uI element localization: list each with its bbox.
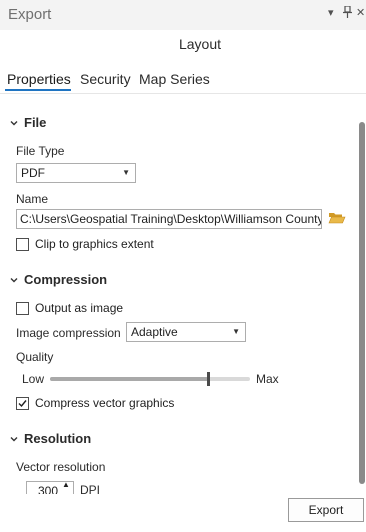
quality-label: Quality bbox=[16, 350, 54, 364]
output-as-image-row[interactable]: Output as image bbox=[16, 301, 123, 315]
image-compression-select[interactable]: Adaptive ▼ bbox=[126, 322, 246, 342]
compress-vector-label: Compress vector graphics bbox=[35, 396, 175, 410]
layout-name: Layout bbox=[178, 36, 222, 52]
checkmark-icon bbox=[18, 399, 27, 407]
active-tab-indicator bbox=[5, 89, 71, 91]
vector-resolution-label: Vector resolution bbox=[16, 460, 106, 474]
quality-slider-thumb[interactable] bbox=[207, 372, 210, 386]
pane-title-bar bbox=[0, 0, 366, 30]
clip-graphics-row[interactable]: Clip to graphics extent bbox=[16, 237, 154, 251]
pane-title: Export bbox=[8, 6, 52, 23]
tab-security[interactable]: Security bbox=[80, 71, 131, 87]
section-file-header[interactable]: File bbox=[10, 115, 46, 130]
dropdown-arrow-icon: ▼ bbox=[232, 327, 240, 336]
export-button[interactable]: Export bbox=[288, 498, 364, 522]
image-compression-value: Adaptive bbox=[131, 325, 178, 339]
pin-icon-glyph bbox=[343, 5, 352, 18]
name-label: Name bbox=[16, 192, 49, 206]
quality-low-label: Low bbox=[22, 372, 45, 386]
chevron-down-icon bbox=[10, 277, 18, 282]
tab-properties[interactable]: Properties bbox=[7, 71, 71, 87]
file-type-label: File Type bbox=[16, 144, 65, 158]
file-type-value: PDF bbox=[21, 166, 45, 180]
scrollbar-thumb[interactable] bbox=[359, 122, 365, 484]
pin-icon[interactable] bbox=[343, 5, 352, 22]
image-compression-label: Image compression bbox=[16, 326, 121, 340]
clip-graphics-label: Clip to graphics extent bbox=[35, 237, 154, 251]
chevron-down-icon bbox=[10, 120, 18, 125]
section-resolution-header[interactable]: Resolution bbox=[10, 431, 91, 446]
section-compression-title: Compression bbox=[24, 272, 108, 287]
section-resolution-title: Resolution bbox=[24, 431, 92, 446]
chevron-down-icon bbox=[10, 436, 18, 441]
clip-graphics-checkbox[interactable] bbox=[16, 237, 29, 251]
dropdown-arrow-icon: ▼ bbox=[122, 168, 130, 177]
name-input[interactable]: C:\Users\Geospatial Training\Desktop\Wil… bbox=[16, 209, 322, 229]
compress-vector-row[interactable]: Compress vector graphics bbox=[16, 396, 174, 410]
spinner-up-icon[interactable]: ▲ bbox=[62, 481, 70, 489]
quality-slider-track[interactable] bbox=[50, 377, 250, 381]
quality-slider-fill bbox=[50, 377, 208, 381]
output-as-image-checkbox[interactable] bbox=[16, 301, 29, 315]
close-icon[interactable]: ✕ bbox=[356, 6, 365, 20]
folder-browse-icon[interactable] bbox=[328, 210, 346, 228]
quality-max-label: Max bbox=[256, 372, 279, 386]
section-file-title: File bbox=[24, 115, 47, 130]
file-type-select[interactable]: PDF ▼ bbox=[16, 163, 136, 183]
section-compression-header[interactable]: Compression bbox=[10, 272, 107, 287]
pane-menu-icon[interactable]: ▾ bbox=[328, 6, 334, 20]
compress-vector-checkbox[interactable] bbox=[16, 396, 29, 410]
folder-icon bbox=[328, 213, 346, 224]
tab-map-series[interactable]: Map Series bbox=[139, 71, 210, 87]
tab-separator bbox=[0, 93, 366, 94]
output-as-image-label: Output as image bbox=[35, 301, 124, 315]
